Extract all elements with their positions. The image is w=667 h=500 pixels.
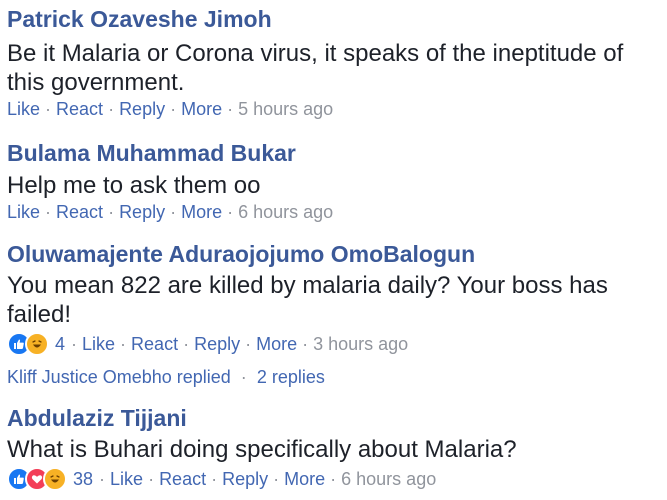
comment: Patrick Ozaveshe Jimoh Be it Malaria or … — [7, 6, 657, 120]
react-link[interactable]: React — [56, 98, 103, 120]
view-replies-link[interactable]: Kliff Justice Omebho replied · 2 replies — [7, 366, 325, 388]
replies-count[interactable]: 2 replies — [257, 367, 325, 387]
comment-timestamp[interactable]: 6 hours ago — [238, 201, 333, 223]
separator: · — [183, 334, 190, 354]
separator: · — [45, 202, 52, 222]
comment-actions: 4 · Like · React · Reply · More · 3 hour… — [7, 332, 657, 356]
reaction-count: 38 — [73, 469, 94, 489]
reply-link[interactable]: Reply — [119, 98, 165, 120]
reaction-summary[interactable]: 4 — [7, 332, 65, 356]
separator: · — [240, 367, 247, 387]
reaction-summary[interactable]: 38 — [7, 467, 93, 491]
reply-link[interactable]: Reply — [222, 468, 268, 490]
reaction-count: 4 — [55, 334, 66, 354]
react-link[interactable]: React — [56, 201, 103, 223]
like-link[interactable]: Like — [82, 333, 115, 355]
comment-author[interactable]: Patrick Ozaveshe Jimoh — [7, 6, 657, 32]
more-link[interactable]: More — [284, 468, 325, 490]
comment-author[interactable]: Oluwamajente Aduraojojumo OmoBalogun — [7, 241, 657, 267]
comment: Oluwamajente Aduraojojumo OmoBalogun You… — [7, 241, 657, 356]
separator: · — [211, 469, 218, 489]
separator: · — [120, 334, 127, 354]
separator: · — [99, 469, 106, 489]
comment-actions: 38 · Like · React · Reply · More · 6 hou… — [7, 467, 657, 491]
separator: · — [170, 202, 177, 222]
replier-name[interactable]: Kliff Justice Omebho replied — [7, 367, 231, 387]
separator: · — [170, 99, 177, 119]
react-link[interactable]: React — [159, 468, 206, 490]
more-link[interactable]: More — [181, 201, 222, 223]
separator: · — [227, 99, 234, 119]
comment: Abdulaziz Tijjani What is Buhari doing s… — [7, 405, 657, 491]
separator: · — [108, 99, 115, 119]
comment-text: You mean 822 are killed by malaria daily… — [7, 272, 608, 328]
separator: · — [108, 202, 115, 222]
haha-icon — [25, 332, 49, 356]
like-link[interactable]: Like — [110, 468, 143, 490]
separator: · — [302, 334, 309, 354]
reply-link[interactable]: Reply — [194, 333, 240, 355]
separator: · — [273, 469, 280, 489]
comment: Bulama Muhammad Bukar Help me to ask the… — [7, 140, 657, 223]
separator: · — [330, 469, 337, 489]
comment-actions: Like · React · Reply · More · 6 hours ag… — [7, 201, 657, 223]
comment-text: Help me to ask them oo — [7, 172, 261, 199]
more-link[interactable]: More — [181, 98, 222, 120]
more-link[interactable]: More — [256, 333, 297, 355]
like-link[interactable]: Like — [7, 201, 40, 223]
comment-actions: Like · React · Reply · More · 5 hours ag… — [7, 98, 657, 120]
haha-icon — [43, 467, 67, 491]
comment-author[interactable]: Bulama Muhammad Bukar — [7, 140, 657, 166]
separator: · — [45, 99, 52, 119]
separator: · — [245, 334, 252, 354]
reply-link[interactable]: Reply — [119, 201, 165, 223]
separator: · — [71, 334, 78, 354]
comment-text: Be it Malaria or Corona virus, it speaks… — [7, 40, 624, 96]
separator: · — [148, 469, 155, 489]
like-link[interactable]: Like — [7, 98, 40, 120]
react-link[interactable]: React — [131, 333, 178, 355]
comment-timestamp[interactable]: 6 hours ago — [341, 468, 436, 490]
comment-author[interactable]: Abdulaziz Tijjani — [7, 405, 657, 431]
separator: · — [227, 202, 234, 222]
comment-timestamp[interactable]: 5 hours ago — [238, 98, 333, 120]
comment-timestamp[interactable]: 3 hours ago — [313, 333, 408, 355]
comment-text: What is Buhari doing specifically about … — [7, 436, 517, 463]
